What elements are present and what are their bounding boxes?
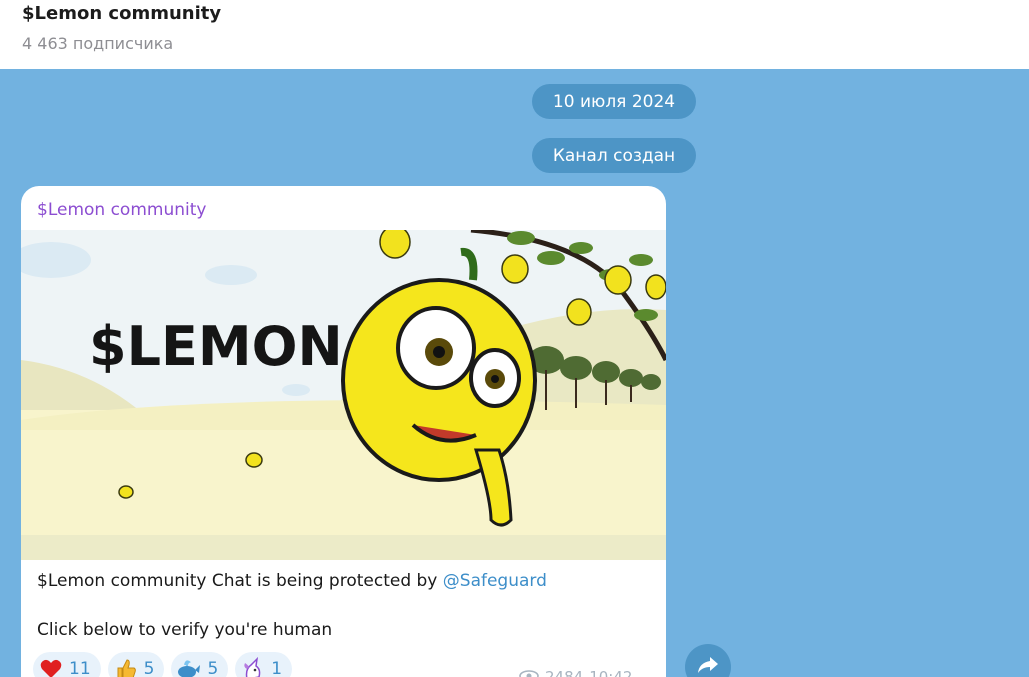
heart-icon — [39, 657, 63, 677]
message-time: 10:42 — [589, 668, 633, 677]
post-image[interactable]: $LEMON — [21, 230, 666, 560]
reactions-bar: 11 5 5 1 — [33, 652, 293, 677]
forward-button[interactable] — [685, 644, 731, 677]
reaction-count: 5 — [207, 659, 219, 677]
post-text-line-1: $Lemon community Chat is being protected… — [37, 568, 547, 594]
message-meta: 2484 10:42 — [519, 668, 632, 677]
reaction-unicorn[interactable]: 1 — [235, 652, 293, 677]
reaction-thumbs-up[interactable]: 5 — [107, 652, 165, 677]
unicorn-icon — [241, 657, 265, 677]
lemon-logo-text: $LEMON — [89, 315, 343, 378]
thumbs-up-icon — [114, 657, 138, 677]
date-separator: 10 июля 2024 — [532, 84, 696, 119]
whale-icon — [177, 657, 201, 677]
eye-icon — [519, 668, 539, 677]
reaction-count: 11 — [69, 659, 91, 677]
channel-created-notice: Канал создан — [532, 138, 696, 173]
channel-header[interactable]: $Lemon community 4 463 подписчика — [0, 0, 1029, 69]
reaction-count: 5 — [143, 659, 155, 677]
reaction-count: 1 — [271, 659, 283, 677]
view-count: 2484 — [545, 668, 584, 677]
share-arrow-icon — [696, 655, 720, 677]
channel-title: $Lemon community — [22, 3, 222, 24]
post-text-line-2: Click below to verify you're human — [37, 620, 333, 640]
reaction-whale[interactable]: 5 — [171, 652, 229, 677]
message-author[interactable]: $Lemon community — [37, 200, 206, 220]
post-text-prefix: $Lemon community Chat is being protected… — [37, 571, 443, 591]
subscriber-count: 4 463 подписчика — [22, 34, 174, 53]
reaction-heart[interactable]: 11 — [33, 652, 101, 677]
message-bubble[interactable]: $Lemon community $LEMON $Lemon community… — [21, 186, 666, 677]
safeguard-link[interactable]: @Safeguard — [443, 571, 547, 591]
